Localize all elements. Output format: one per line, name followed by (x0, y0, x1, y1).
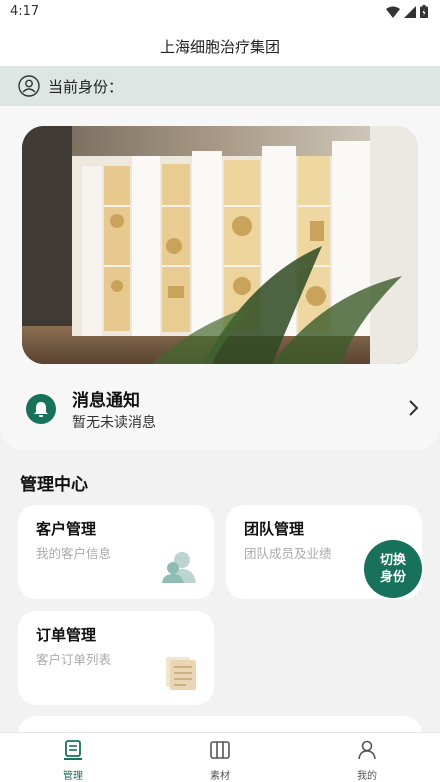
tab-label: 管理 (63, 771, 83, 782)
tile-title: 客户管理 (36, 520, 97, 538)
status-bar: 4:17 (0, 0, 440, 26)
bottom-tab-bar: 管理 素材 我的 (0, 732, 440, 782)
tab-label: 我的 (357, 771, 377, 782)
signal-icon (404, 5, 416, 18)
identity-bar[interactable]: 当前身份： (0, 66, 440, 106)
notice-title: 消息通知 (72, 391, 140, 411)
tile-subtitle: 团队成员及业绩 (244, 546, 332, 561)
banner-image[interactable] (22, 126, 418, 364)
bell-icon (26, 394, 56, 424)
switch-line-2: 身份 (379, 570, 406, 585)
notice-subtitle: 暂无未读消息 (72, 415, 156, 431)
status-time: 4:17 (10, 4, 40, 19)
status-icons (386, 5, 428, 18)
showroom-illustration (22, 126, 418, 364)
tile-subtitle: 我的客户信息 (36, 546, 112, 561)
switch-line-1: 切换 (379, 553, 406, 568)
tab-material[interactable]: 素材 (180, 739, 260, 782)
tab-manage[interactable]: 管理 (33, 739, 113, 782)
tile-subtitle: 客户订单列表 (36, 652, 112, 667)
wifi-icon (386, 6, 400, 18)
top-card: 消息通知 暂无未读消息 (0, 106, 440, 450)
customer-icon (162, 552, 196, 583)
tile-title: 订单管理 (36, 626, 97, 644)
tab-profile[interactable]: 我的 (327, 739, 407, 782)
tile-title: 团队管理 (244, 520, 305, 538)
tab-label: 素材 (210, 771, 230, 782)
battery-icon (420, 5, 428, 18)
switch-identity-button[interactable]: 切换 身份 (364, 540, 422, 598)
order-list-icon (166, 657, 196, 690)
user-circle-icon (18, 75, 40, 97)
order-management-tile[interactable]: 订单管理 客户订单列表 (18, 611, 214, 705)
identity-label: 当前身份： (48, 77, 124, 96)
notice-row[interactable]: 消息通知 暂无未读消息 (22, 380, 422, 440)
profile-icon (358, 740, 376, 760)
app-header: 上海细胞治疗集团 (0, 26, 440, 66)
manage-icon (64, 740, 82, 760)
chevron-right-icon (409, 400, 419, 416)
customer-management-tile[interactable]: 客户管理 我的客户信息 (18, 505, 214, 599)
material-icon (210, 741, 230, 759)
section-title: 管理中心 (20, 475, 88, 495)
page-title: 上海细胞治疗集团 (159, 38, 280, 56)
